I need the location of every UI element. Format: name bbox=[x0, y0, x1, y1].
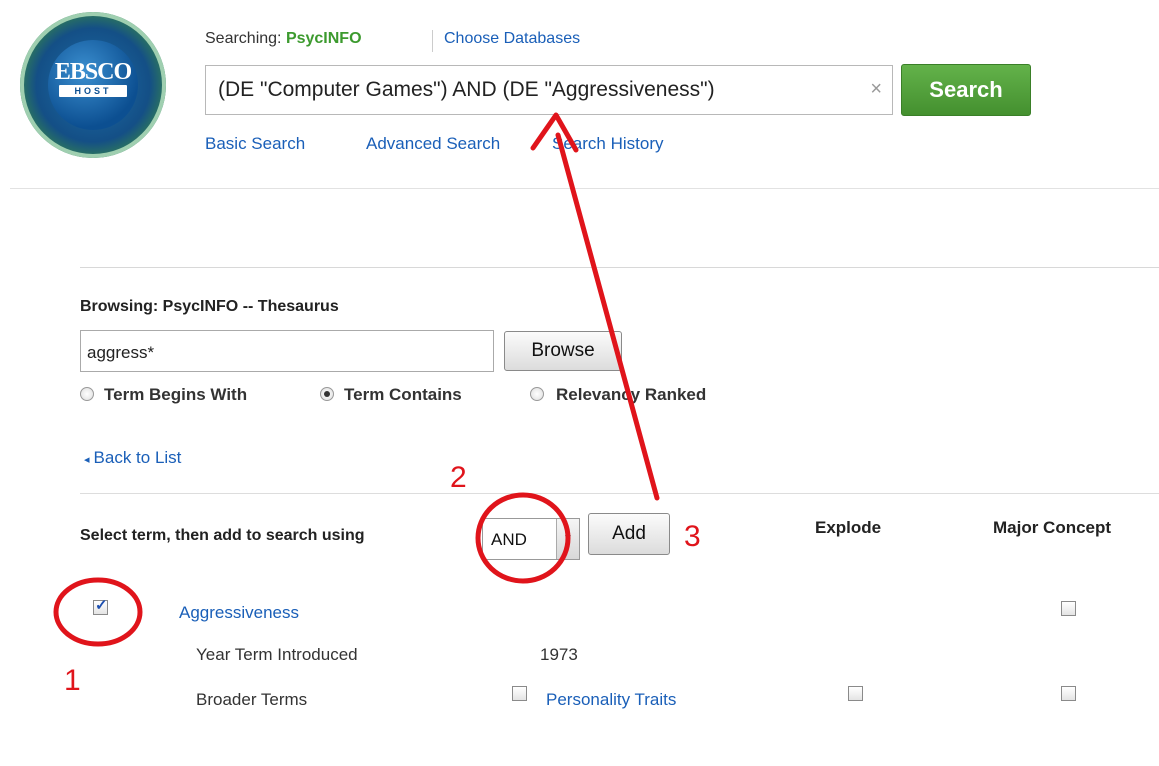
annotation-overlay bbox=[53, 112, 660, 647]
annotation-circle-checkbox bbox=[53, 577, 143, 647]
annotation-arrow-shaft bbox=[555, 132, 660, 501]
annotation-number-1: 1 bbox=[64, 664, 81, 697]
annotation-number-2: 2 bbox=[450, 461, 467, 494]
annotation-arrow-head bbox=[530, 112, 579, 153]
annotation-circle-operator bbox=[475, 492, 571, 584]
annotation-number-3: 3 bbox=[684, 520, 701, 553]
